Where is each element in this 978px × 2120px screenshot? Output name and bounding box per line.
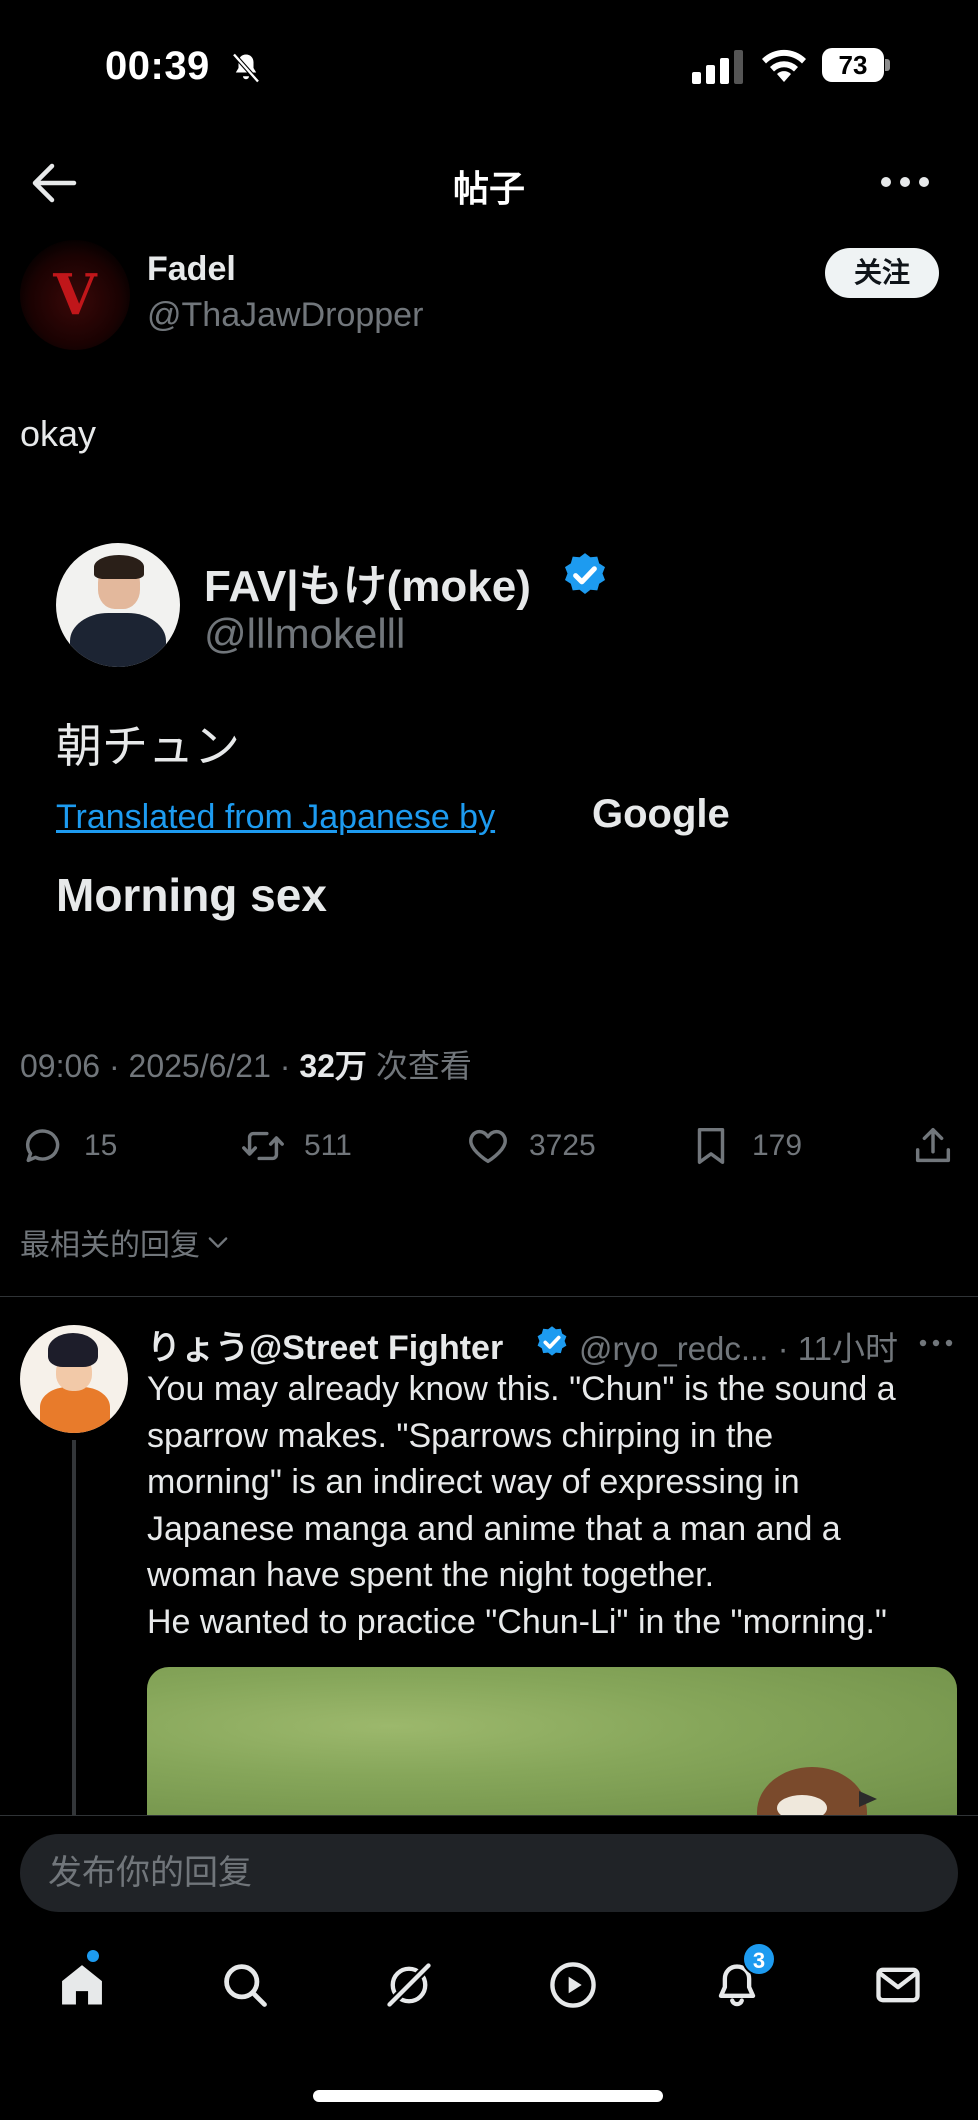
bookmark-button[interactable]: 179 bbox=[688, 1118, 802, 1174]
messages-icon bbox=[876, 1967, 920, 2003]
reply-handle-time: @ryo_redc... · 11小时 bbox=[579, 1330, 898, 1367]
post-time: 09:06 bbox=[20, 1048, 101, 1084]
home-icon bbox=[62, 1965, 102, 2005]
author-avatar[interactable]: V bbox=[20, 240, 130, 350]
post-actions: 15 511 3725 179 bbox=[0, 1118, 978, 1174]
translated-label: Translated from Japanese by bbox=[56, 798, 496, 836]
author-name[interactable]: Fadel bbox=[147, 250, 236, 289]
bell-slash-icon bbox=[232, 53, 260, 83]
reply-input[interactable] bbox=[20, 1834, 958, 1912]
bookmark-icon bbox=[697, 1127, 725, 1165]
bookmark-count: 179 bbox=[752, 1129, 803, 1162]
reply-sort-label: 最相关的回复 bbox=[20, 1229, 200, 1262]
avatar-logo: V bbox=[53, 262, 97, 328]
heart-icon bbox=[469, 1129, 507, 1164]
like-count: 3725 bbox=[529, 1129, 596, 1162]
home-indicator bbox=[313, 2090, 663, 2102]
battery-level: 73 bbox=[838, 50, 868, 80]
bottom-tab-bar: 3 bbox=[0, 1940, 978, 2030]
post-date: 2025/6/21 bbox=[128, 1048, 271, 1084]
tab-notifications[interactable]: 3 bbox=[702, 1940, 776, 2030]
reply-header: りょう@Street Fighter @ryo_redc... · 11小时 bbox=[147, 1318, 958, 1367]
reply-count: 15 bbox=[84, 1129, 118, 1162]
reply-avatar[interactable] bbox=[20, 1325, 128, 1433]
tab-grok[interactable] bbox=[374, 1940, 444, 2030]
embedded-screenshot[interactable]: FAV|もけ(moke) @lllmokelll 朝チュン Translated… bbox=[20, 500, 958, 970]
embedded-author-name: FAV|もけ(moke) bbox=[204, 562, 531, 611]
more-icon[interactable] bbox=[919, 1338, 953, 1348]
tab-messages[interactable] bbox=[863, 1940, 933, 2030]
wifi-icon bbox=[762, 49, 806, 82]
views-label: 次查看 bbox=[375, 1048, 472, 1084]
tab-video[interactable] bbox=[538, 1940, 608, 2030]
thread-line bbox=[72, 1440, 76, 1815]
status-bar: 00:39 73 bbox=[0, 0, 978, 130]
follow-button[interactable]: 关注 bbox=[825, 248, 939, 298]
reply-composer[interactable] bbox=[20, 1834, 958, 1912]
page-title: 帖子 bbox=[452, 168, 525, 209]
battery-icon: 73 bbox=[822, 48, 890, 82]
repost-icon bbox=[242, 1131, 284, 1161]
translation-text: Morning sex bbox=[56, 869, 327, 921]
author-handle[interactable]: @ThaJawDropper bbox=[147, 296, 423, 335]
reply-sort-selector[interactable]: 最相关的回复 bbox=[20, 1220, 232, 1264]
embedded-author-handle: @lllmokelll bbox=[204, 610, 406, 657]
chevron-down-icon bbox=[208, 1237, 228, 1248]
translator-name: Google bbox=[592, 792, 730, 836]
repost-count: 511 bbox=[304, 1129, 352, 1162]
reply-button[interactable]: 15 bbox=[20, 1118, 117, 1174]
video-icon bbox=[550, 1962, 596, 2008]
status-time: 00:39 bbox=[105, 44, 210, 88]
view-count: 32万 bbox=[299, 1048, 367, 1084]
home-unread-dot bbox=[87, 1950, 99, 1962]
grok-icon bbox=[386, 1962, 432, 2008]
reply-icon bbox=[25, 1129, 60, 1163]
top-bar: 帖子 bbox=[0, 130, 978, 235]
reply-image[interactable] bbox=[147, 1667, 957, 1815]
share-button[interactable] bbox=[910, 1118, 956, 1174]
repost-button[interactable]: 511 bbox=[240, 1118, 352, 1174]
verified-badge-icon bbox=[537, 1326, 567, 1356]
divider bbox=[0, 1296, 978, 1297]
share-icon bbox=[915, 1127, 951, 1163]
search-icon bbox=[224, 1964, 267, 2007]
post-text: okay bbox=[20, 413, 97, 454]
post-meta: 09:06 · 2025/6/21 · 32万 次查看 bbox=[20, 1048, 472, 1084]
tab-home[interactable] bbox=[47, 1940, 117, 2030]
reply-text: You may already know this. "Chun" is the… bbox=[147, 1370, 896, 1641]
notifications-badge: 3 bbox=[742, 1942, 776, 1976]
like-button[interactable]: 3725 bbox=[465, 1118, 596, 1174]
verified-badge-icon bbox=[565, 553, 605, 594]
cellular-signal-icon bbox=[692, 50, 743, 84]
more-icon[interactable] bbox=[880, 170, 930, 194]
reply-author-name[interactable]: りょう@Street Fighter bbox=[147, 1320, 503, 1369]
tab-search[interactable] bbox=[210, 1940, 280, 2030]
embedded-post-text: 朝チュン bbox=[56, 720, 240, 772]
embedded-avatar bbox=[56, 543, 180, 667]
